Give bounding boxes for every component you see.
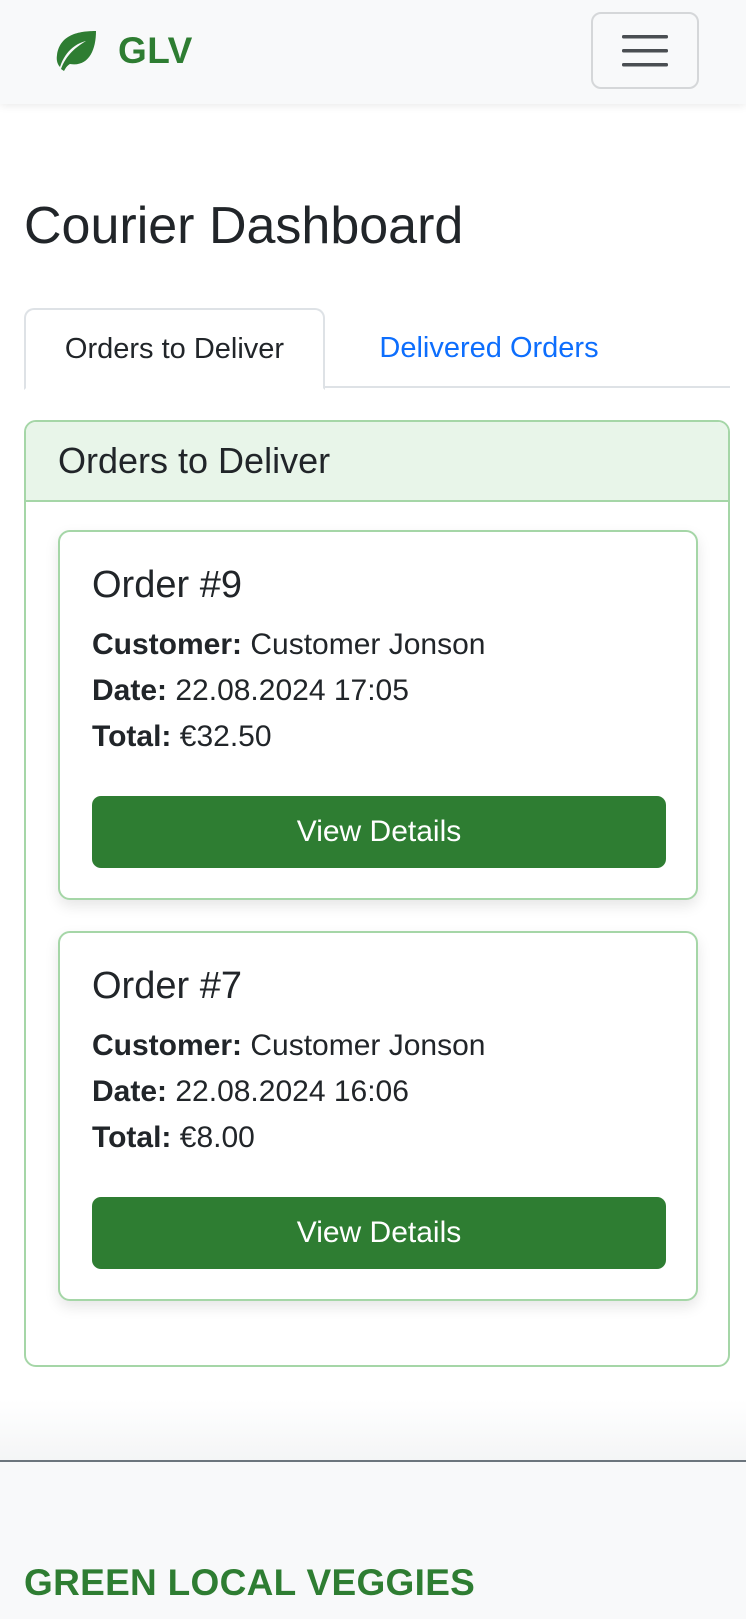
tab-orders-to-deliver[interactable]: Orders to Deliver [24,308,325,390]
date-label: Date: [92,674,168,707]
footer-title: GREEN LOCAL VEGGIES [24,1562,476,1603]
panel-header: Orders to Deliver [26,422,728,502]
view-details-button[interactable]: View Details [92,796,666,868]
view-details-button[interactable]: View Details [92,1197,666,1269]
brand-link[interactable]: GLV [52,26,193,76]
orders-panel: Orders to Deliver Order #9 Customer: Cus… [24,420,730,1367]
date-label: Date: [92,1075,168,1108]
order-customer: Customer: Customer Jonson [92,1029,485,1063]
customer-value: Customer Jonson [250,628,486,661]
order-card: Order #7 Customer: Customer Jonson Date:… [58,931,698,1301]
page-title: Courier Dashboard [24,197,464,255]
date-value: 22.08.2024 17:05 [175,674,409,707]
leaf-icon [56,31,96,71]
total-value: €8.00 [179,1121,255,1154]
date-value: 22.08.2024 16:06 [175,1075,409,1108]
tab-delivered-orders[interactable]: Delivered Orders [354,308,624,388]
total-value: €32.50 [179,720,272,753]
order-card: Order #9 Customer: Customer Jonson Date:… [58,530,698,900]
order-title: Order #9 [92,564,242,606]
hamburger-icon [622,34,668,66]
order-date: Date: 22.08.2024 17:05 [92,674,409,708]
total-label: Total: [92,720,172,753]
customer-value: Customer Jonson [250,1029,486,1062]
footer: GREEN LOCAL VEGGIES [0,1460,746,1619]
footer-fade [0,1400,746,1460]
customer-label: Customer: [92,1029,243,1062]
order-total: Total: €8.00 [92,1121,255,1155]
order-customer: Customer: Customer Jonson [92,628,485,662]
brand-name: GLV [118,30,193,71]
order-date: Date: 22.08.2024 16:06 [92,1075,409,1109]
total-label: Total: [92,1121,172,1154]
order-tabs: Orders to Deliver Delivered Orders [24,308,730,390]
order-title: Order #7 [92,965,242,1007]
navbar-toggle-button[interactable] [591,12,699,89]
navbar: GLV [0,0,746,104]
customer-label: Customer: [92,628,243,661]
order-total: Total: €32.50 [92,720,272,754]
